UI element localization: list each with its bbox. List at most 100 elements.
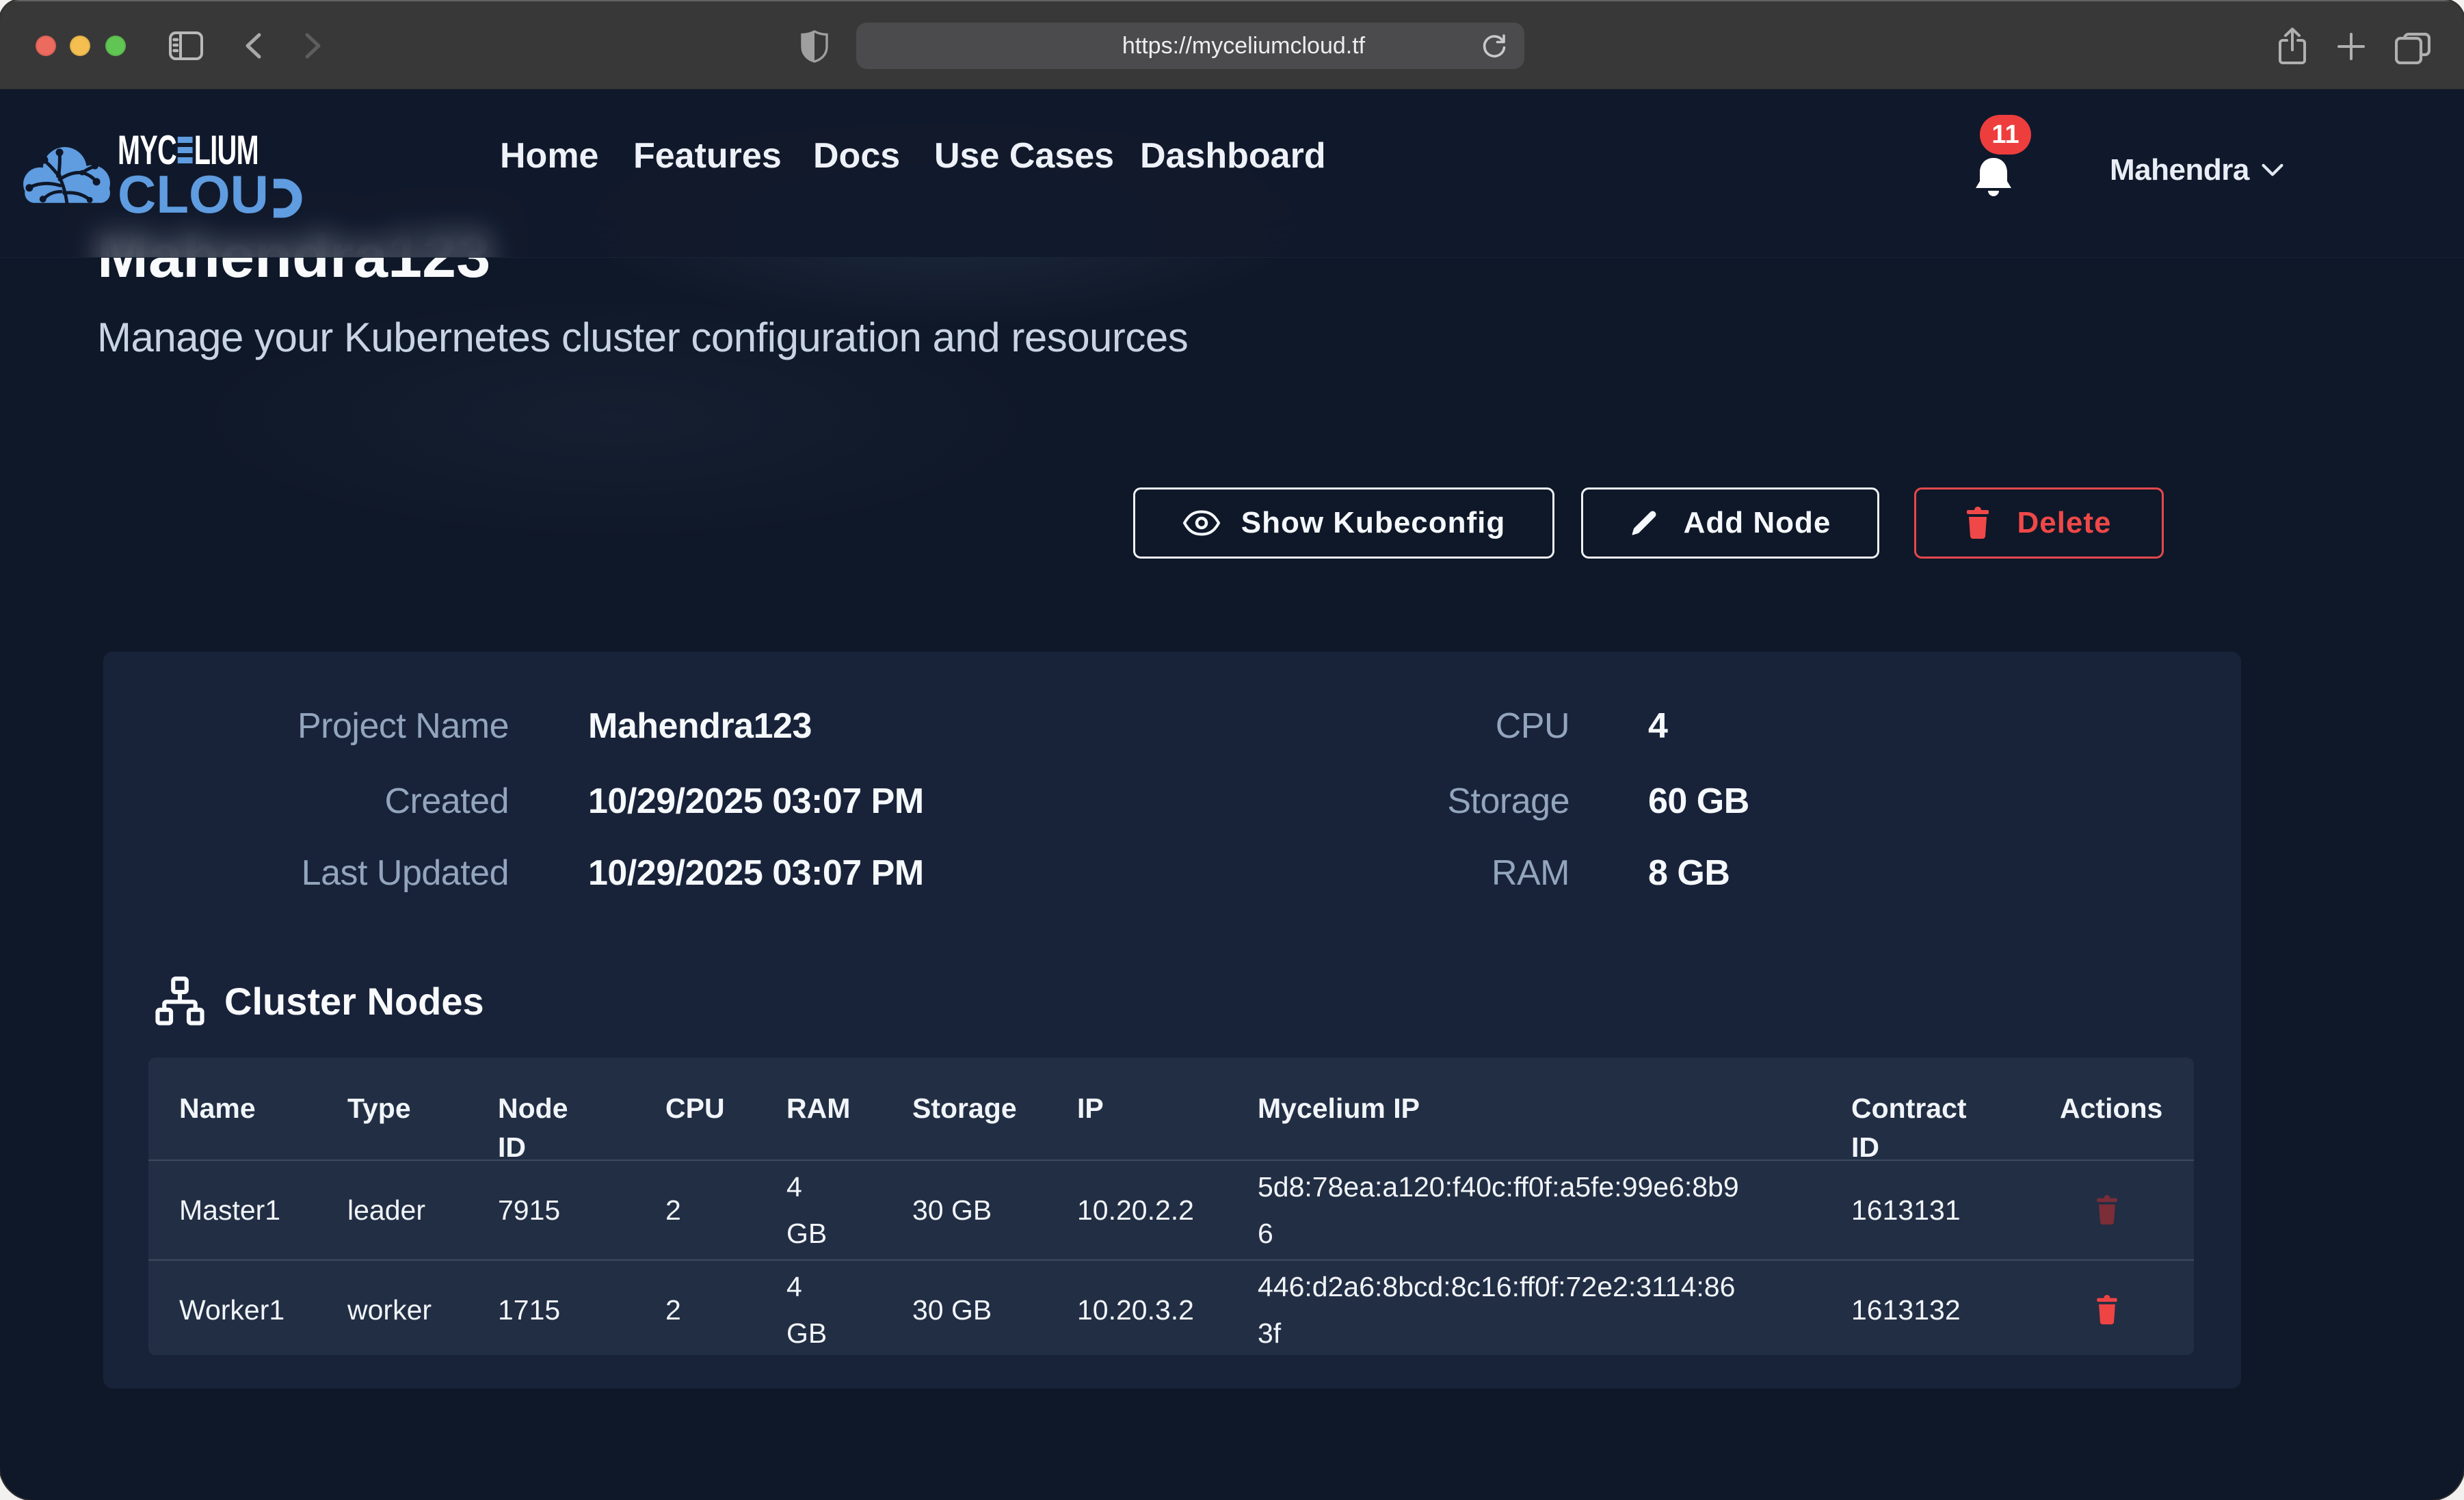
page-subtitle: Manage your Kubernetes cluster configura… bbox=[97, 317, 1188, 358]
brand-e-bars-icon bbox=[178, 137, 193, 163]
node-type: worker bbox=[347, 1287, 498, 1333]
node-mycelium-ip: 5d8:78ea:a120:f40c:ff0f:a5fe:99e6:8b9 6 bbox=[1258, 1164, 1805, 1257]
minimize-window-button[interactable] bbox=[70, 36, 90, 56]
browser-titlebar: https://myceliumcloud.tf bbox=[0, 0, 2464, 90]
col-mycelium-ip: Mycelium IP bbox=[1258, 1058, 1851, 1128]
details-row: Project Name Mahendra123 CPU 4 bbox=[103, 706, 2241, 747]
nav-item-docs[interactable]: Docs bbox=[813, 135, 900, 176]
col-ram: RAM bbox=[786, 1058, 912, 1128]
ram-label: RAM bbox=[1492, 853, 1569, 894]
delete-node-icon[interactable] bbox=[2096, 1295, 2118, 1325]
brand-e-bar bbox=[178, 157, 193, 163]
cluster-nodes-section-header: Cluster Nodes bbox=[153, 972, 484, 1030]
eye-icon bbox=[1182, 509, 1221, 537]
col-cpu: CPU bbox=[665, 1058, 786, 1128]
brand-myc: MYC bbox=[118, 130, 176, 171]
nav-item-use-cases[interactable]: Use Cases bbox=[934, 135, 1114, 176]
privacy-shield-icon[interactable] bbox=[800, 30, 829, 63]
brand-clou: CLOU bbox=[118, 170, 269, 218]
trash-icon bbox=[1966, 507, 1989, 539]
show-kubeconfig-button[interactable]: Show Kubeconfig bbox=[1133, 487, 1554, 559]
nav-item-home[interactable]: Home bbox=[500, 135, 598, 176]
node-storage: 30 GB bbox=[912, 1187, 1077, 1233]
details-row: Last Updated 10/29/2025 03:07 PM RAM 8 G… bbox=[103, 853, 2241, 894]
delete-label: Delete bbox=[2017, 508, 2111, 538]
node-mycelium-ip: 446:d2a6:8bcd:8c16:ff0f:72e2:3114:86 3f bbox=[1258, 1263, 1805, 1356]
col-type: Type bbox=[347, 1058, 498, 1128]
share-icon[interactable] bbox=[2277, 27, 2307, 66]
sidebar-toggle-icon[interactable] bbox=[169, 31, 203, 60]
notification-bell-icon[interactable] bbox=[1974, 157, 2013, 198]
node-storage: 30 GB bbox=[912, 1287, 1077, 1333]
col-ip: IP bbox=[1077, 1058, 1258, 1128]
node-ram: 4 GB bbox=[786, 1164, 912, 1257]
node-type: leader bbox=[347, 1187, 498, 1233]
delete-cluster-button[interactable]: Delete bbox=[1914, 487, 2164, 559]
project-name-value: Mahendra123 bbox=[588, 706, 812, 747]
last-updated-label: Last Updated bbox=[302, 853, 509, 894]
last-updated-value: 10/29/2025 03:07 PM bbox=[588, 853, 924, 894]
created-value: 10/29/2025 03:07 PM bbox=[588, 781, 924, 822]
col-actions: Actions bbox=[2060, 1058, 2194, 1128]
add-node-button[interactable]: Add Node bbox=[1581, 487, 1879, 559]
back-button-icon[interactable] bbox=[243, 32, 263, 59]
node-ram: 4 GB bbox=[786, 1263, 912, 1356]
new-tab-icon[interactable] bbox=[2336, 31, 2366, 62]
brand-word-cloud: CLOU bbox=[118, 170, 331, 218]
node-name: Worker1 bbox=[148, 1287, 347, 1333]
node-contract-id: 1613132 bbox=[1851, 1287, 2060, 1333]
col-name: Name bbox=[148, 1058, 347, 1128]
brand-lium: LIUM bbox=[194, 130, 259, 171]
node-cpu: 2 bbox=[665, 1287, 786, 1333]
table-header-row: Name Type Node ID CPU RAM Storage IP Myc… bbox=[148, 1058, 2194, 1160]
close-window-button[interactable] bbox=[36, 36, 56, 56]
table-row: Master1 leader 7915 2 4 GB 30 GB 10.20.2… bbox=[148, 1160, 2194, 1259]
ram-value: 8 GB bbox=[1648, 853, 1730, 894]
user-name: Mahendra bbox=[2110, 143, 2249, 198]
mycelium-cloud-logo[interactable]: MYC LIUM CLOU bbox=[118, 133, 331, 218]
cluster-nodes-heading: Cluster Nodes bbox=[224, 979, 484, 1023]
table-row: Worker1 worker 1715 2 4 GB 30 GB 10.20.3… bbox=[148, 1259, 2194, 1359]
add-node-label: Add Node bbox=[1684, 508, 1831, 538]
site-header: Mahendra123 bbox=[0, 90, 2464, 258]
node-id: 1715 bbox=[498, 1287, 665, 1333]
brand-stylized-d bbox=[272, 178, 308, 218]
brand-e-bar bbox=[178, 137, 193, 143]
delete-node-icon[interactable] bbox=[2096, 1195, 2118, 1225]
cpu-value: 4 bbox=[1648, 706, 1667, 747]
page-viewport: Mahendra123 Manage your Kubernetes clust… bbox=[0, 90, 2464, 1500]
cpu-label: CPU bbox=[1496, 706, 1569, 747]
show-kubeconfig-label: Show Kubeconfig bbox=[1241, 508, 1506, 538]
chevron-down-icon bbox=[2261, 163, 2284, 178]
reload-icon[interactable] bbox=[1481, 32, 1508, 59]
brand-e-bar bbox=[178, 147, 193, 153]
nav-item-features[interactable]: Features bbox=[633, 135, 782, 176]
node-cpu: 2 bbox=[665, 1187, 786, 1233]
pencil-icon bbox=[1630, 509, 1658, 537]
address-bar[interactable]: https://myceliumcloud.tf bbox=[856, 23, 1524, 69]
address-bar-url: https://myceliumcloud.tf bbox=[963, 23, 1524, 69]
node-name: Master1 bbox=[148, 1187, 347, 1233]
node-ip: 10.20.2.2 bbox=[1077, 1187, 1258, 1233]
node-actions bbox=[2060, 1295, 2194, 1325]
storage-value: 60 GB bbox=[1648, 781, 1749, 822]
nav-item-dashboard[interactable]: Dashboard bbox=[1140, 135, 1326, 176]
forward-button-icon[interactable] bbox=[303, 32, 323, 59]
tab-overview-icon[interactable] bbox=[2395, 29, 2430, 64]
project-name-label: Project Name bbox=[297, 706, 509, 747]
mycelium-cloud-logo-icon bbox=[17, 139, 116, 204]
col-storage: Storage bbox=[912, 1058, 1077, 1128]
cluster-nodes-table: Name Type Node ID CPU RAM Storage IP Myc… bbox=[148, 1058, 2194, 1355]
node-contract-id: 1613131 bbox=[1851, 1187, 2060, 1233]
notification-count-badge: 11 bbox=[1980, 115, 2031, 155]
page-title-blur-reflection: Mahendra123 bbox=[97, 226, 490, 258]
storage-label: Storage bbox=[1447, 781, 1569, 822]
node-id: 7915 bbox=[498, 1187, 665, 1233]
cluster-details-card: Project Name Mahendra123 CPU 4 Created 1… bbox=[103, 652, 2241, 1389]
col-node-id: Node ID bbox=[498, 1058, 665, 1167]
zoom-window-button[interactable] bbox=[105, 36, 126, 56]
browser-window: https://myceliumcloud.tf Mahendra123 Man… bbox=[0, 0, 2464, 1500]
user-menu[interactable]: Mahendra bbox=[2110, 143, 2284, 198]
created-label: Created bbox=[385, 781, 509, 822]
details-row: Created 10/29/2025 03:07 PM Storage 60 G… bbox=[103, 781, 2241, 822]
